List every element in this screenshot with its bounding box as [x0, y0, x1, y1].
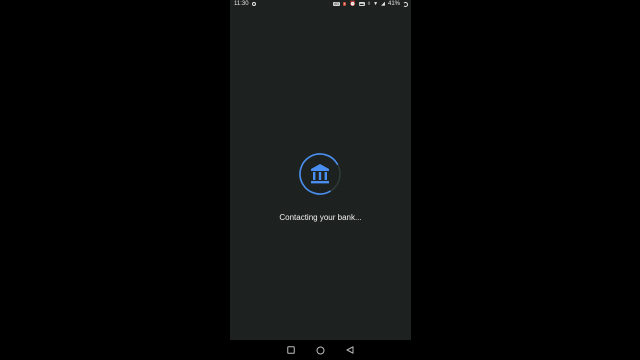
battery-icon	[403, 1, 408, 7]
data-saver-icon: ▬	[358, 1, 365, 6]
status-left: 11:30	[234, 0, 256, 8]
navigation-bar	[230, 340, 411, 360]
status-bar: 11:30 4G ▪ ⏰ ▬ ◊ ▼ ◢ 41%	[230, 0, 411, 8]
square-icon	[287, 346, 295, 354]
wifi-icon: ▼	[373, 0, 379, 7]
vibrate-icon: ◊	[367, 0, 371, 7]
back-button[interactable]	[343, 343, 357, 357]
status-right: 4G ▪ ⏰ ▬ ◊ ▼ ◢ 41%	[332, 0, 408, 8]
phone-screen: 11:30 4G ▪ ⏰ ▬ ◊ ▼ ◢ 41% Contacting your…	[230, 0, 411, 340]
home-button[interactable]	[314, 343, 328, 357]
loading-spinner	[299, 153, 341, 195]
back-triangle-icon	[346, 346, 354, 354]
app-notification-icon: ▪	[343, 1, 347, 6]
recents-button[interactable]	[284, 343, 298, 357]
status-time: 11:30	[234, 1, 249, 7]
status-message: Contacting your bank...	[279, 213, 362, 222]
signal-icon: ◢	[381, 0, 385, 7]
battery-percent: 41%	[387, 1, 400, 7]
alarm-icon: ⏰	[349, 0, 356, 7]
network-type-icon: 4G	[332, 1, 341, 6]
circle-icon	[316, 346, 325, 354]
bank-icon	[311, 164, 329, 184]
screen: 11:30 4G ▪ ⏰ ▬ ◊ ▼ ◢ 41% Contacting your…	[0, 0, 640, 360]
notification-icon	[251, 2, 256, 6]
